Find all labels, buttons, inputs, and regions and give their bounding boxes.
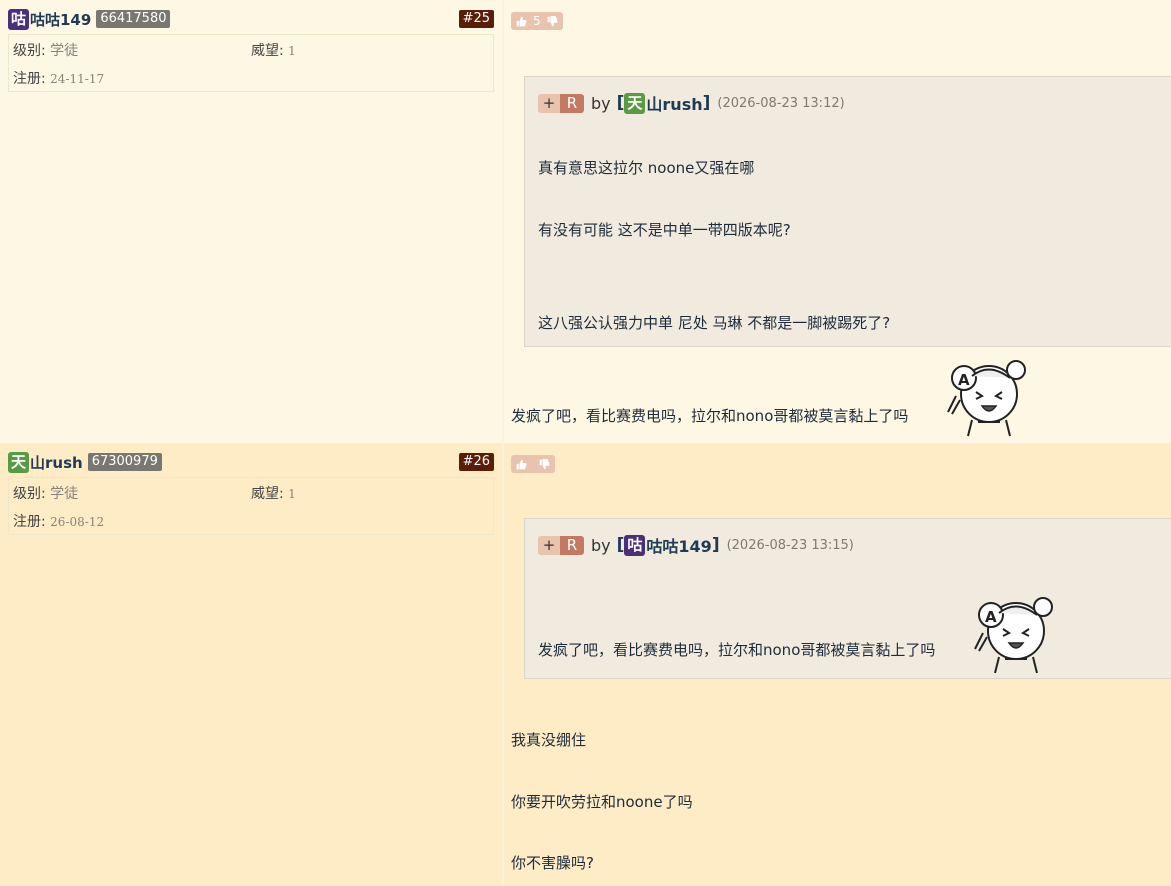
thumbs-down-icon[interactable] <box>547 15 558 27</box>
user-id-badge: 67300979 <box>87 453 162 471</box>
vote-box: 5 <box>511 12 563 30</box>
level-row: 级别: 学徒 <box>13 483 78 503</box>
vote-box <box>511 455 555 473</box>
quote-line: 真有意思这拉尔 noone又强在哪 <box>538 159 755 177</box>
reg-row: 注册: 24-11-17 <box>13 68 104 88</box>
quote-header: + R by [ 天 山rush ] (2026-08-23 13:12) <box>538 91 845 115</box>
reg-value: 24-11-17 <box>50 72 105 86</box>
vote-count: 5 <box>533 14 541 28</box>
anime-girl-laughing-sticker: A <box>947 360 1026 437</box>
by-label: by <box>591 93 611 113</box>
floor-number[interactable]: #25 <box>458 10 494 28</box>
prestige-label: 威望: <box>251 43 284 59</box>
post-body-line: 发疯了吧，看比赛费电吗，拉尔和nono哥都被莫言黏上了吗 <box>511 407 909 425</box>
reg-label: 注册: <box>13 514 46 530</box>
svg-text:A: A <box>958 371 970 389</box>
post-body-line: 我真没绷住 <box>511 731 587 749</box>
level-row: 级别: 学徒 <box>13 40 78 60</box>
bracket-close: ] <box>702 93 711 113</box>
by-label: by <box>591 535 611 555</box>
anime-girl-laughing-sticker: A <box>974 597 1053 674</box>
bracket-open: [ <box>616 93 625 113</box>
level-label: 级别: <box>13 43 46 59</box>
floor-number[interactable]: #26 <box>458 453 494 471</box>
quote-time: (2026-08-23 13:15) <box>726 537 854 553</box>
prestige-row: 威望: 1 <box>251 40 296 60</box>
post-content: + R by [ 咕 咕咕149 ] (2026-08-23 13:15) 发疯… <box>504 443 1171 886</box>
quote-header: + R by [ 咕 咕咕149 ] (2026-08-23 13:15) <box>538 533 854 557</box>
prestige-value: 1 <box>288 487 296 501</box>
quote-line: 这八强公认强力中单 尼处 马琳 不都是一脚被踢死了? <box>538 314 891 332</box>
level-label: 级别: <box>13 486 46 502</box>
post-25: 咕 咕咕149 66417580 #25 级别: 学徒 威望: 1 注册: 24… <box>0 0 1171 443</box>
user-tag: 咕 <box>8 8 29 30</box>
plus-button[interactable]: + <box>538 93 560 113</box>
post-body-line: 你要开吹劳拉和noone了吗 <box>511 793 693 811</box>
post-content: 5 + R by [ 天 山rush ] (2026-08-23 13:12) … <box>504 0 1171 443</box>
reply-r-button[interactable]: R <box>560 535 584 555</box>
reply-r-button[interactable]: R <box>560 93 584 113</box>
bracket-open: [ <box>616 535 625 555</box>
post-body-line: 你不害臊吗? <box>511 854 594 872</box>
thumbs-down-icon[interactable] <box>539 458 550 470</box>
quote-username-link[interactable]: 山rush <box>646 91 702 115</box>
user-info-box: 级别: 学徒 威望: 1 注册: 26-08-12 <box>8 477 494 535</box>
bracket-close: ] <box>711 535 720 555</box>
quote-line: 有没有可能 这不是中单一带四版本呢? <box>538 221 791 239</box>
quote-username-link[interactable]: 咕咕149 <box>646 533 711 557</box>
user-header: 咕 咕咕149 66417580 <box>8 8 171 30</box>
thumbs-up-icon[interactable] <box>516 16 527 27</box>
quote-user-tag: 天 <box>624 92 646 114</box>
user-header: 天 山rush 67300979 <box>8 451 162 473</box>
prestige-value: 1 <box>288 44 296 58</box>
user-sidebar: 咕 咕咕149 66417580 #25 级别: 学徒 威望: 1 注册: 24… <box>0 0 502 443</box>
reg-row: 注册: 26-08-12 <box>13 511 104 531</box>
user-id-badge: 66417580 <box>96 10 171 28</box>
username-link[interactable]: 山rush <box>30 452 83 473</box>
plus-button[interactable]: + <box>538 535 560 555</box>
reg-label: 注册: <box>13 71 46 87</box>
prestige-label: 威望: <box>251 486 284 502</box>
user-tag: 天 <box>8 451 29 473</box>
reg-value: 26-08-12 <box>50 515 105 529</box>
quote-block: + R by [ 天 山rush ] (2026-08-23 13:12) 真有… <box>524 76 1171 347</box>
post-26: 天 山rush 67300979 #26 级别: 学徒 威望: 1 注册: 26… <box>0 443 1171 886</box>
user-sidebar: 天 山rush 67300979 #26 级别: 学徒 威望: 1 注册: 26… <box>0 443 502 886</box>
prestige-row: 威望: 1 <box>251 483 296 503</box>
thumbs-up-icon[interactable] <box>516 459 527 470</box>
level-value: 学徒 <box>50 486 79 502</box>
level-value: 学徒 <box>50 43 79 59</box>
quote-user-tag: 咕 <box>624 534 646 556</box>
quote-block: + R by [ 咕 咕咕149 ] (2026-08-23 13:15) 发疯… <box>524 518 1171 679</box>
quote-time: (2026-08-23 13:12) <box>717 95 845 111</box>
user-info-box: 级别: 学徒 威望: 1 注册: 24-11-17 <box>8 34 494 92</box>
username-link[interactable]: 咕咕149 <box>30 9 91 30</box>
svg-text:A: A <box>985 608 997 626</box>
quote-line: 发疯了吧，看比赛费电吗，拉尔和nono哥都被莫言黏上了吗 <box>538 641 936 659</box>
